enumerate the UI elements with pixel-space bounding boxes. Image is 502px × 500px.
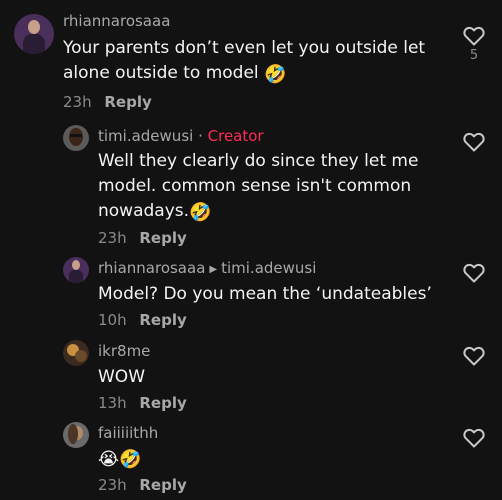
comment-meta: 23h Reply (98, 229, 187, 247)
comment-reply-item: timi.adewusi · Creator Well they clearly… (0, 120, 502, 250)
reply-to-username[interactable]: timi.adewusi (221, 259, 316, 277)
comment-username[interactable]: rhiannarosaaa (63, 12, 170, 30)
comment-meta: 23h Reply (63, 93, 152, 111)
reply-button[interactable]: Reply (139, 394, 186, 412)
comment-username[interactable]: ikr8me (98, 342, 150, 360)
heart-outline-icon[interactable] (462, 130, 486, 152)
like-count: 5 (469, 48, 479, 63)
reply-button[interactable]: Reply (139, 311, 186, 329)
avatar[interactable] (63, 125, 89, 151)
heart-outline-icon[interactable] (462, 426, 486, 448)
reply-arrow-icon: ▶ (209, 264, 218, 275)
comment-timestamp: 23h (98, 229, 127, 247)
comment-item: rhiannarosaaa Your parents don’t even le… (0, 0, 502, 120)
comment-timestamp: 10h (98, 311, 127, 329)
comment-meta: 23h Reply (98, 476, 187, 494)
avatar[interactable] (63, 422, 89, 448)
avatar[interactable] (63, 340, 89, 366)
reply-button[interactable]: Reply (139, 476, 186, 494)
heart-outline-icon[interactable] (462, 261, 486, 283)
reply-button[interactable]: Reply (139, 229, 186, 247)
avatar[interactable] (14, 14, 54, 54)
comment-reply-item: faiiiiithh 😭🤣 23h Reply (0, 418, 502, 500)
avatar[interactable] (63, 257, 89, 283)
comment-text: 😭🤣 (98, 446, 298, 471)
crying-laughing-emoji-icon: 😭🤣 (98, 449, 142, 470)
rofl-emoji-icon: 🤣 (264, 64, 287, 85)
heart-outline-icon[interactable] (462, 24, 486, 46)
comment-text: Model? Do you mean the ‘undateables’ (98, 284, 432, 304)
comment-meta: 10h Reply (98, 311, 187, 329)
comment-timestamp: 13h (98, 394, 127, 412)
heart-outline-icon[interactable] (462, 344, 486, 366)
comment-timestamp: 23h (63, 93, 92, 111)
comment-username[interactable]: faiiiiithh (98, 424, 158, 442)
comment-reply-item: rhiannarosaaa ▶ timi.adewusi Model? Do you… (0, 250, 502, 335)
comment-username: rhiannarosaaa ▶ timi.adewusi (98, 259, 317, 277)
reply-button[interactable]: Reply (104, 93, 151, 111)
comment-text: WOW (98, 367, 145, 387)
rofl-emoji-icon: 🤣 (189, 202, 212, 223)
comment-timestamp: 23h (98, 476, 127, 494)
comment-text: Well they clearly do since they let me m… (98, 151, 419, 223)
comment-username[interactable]: timi.adewusi · Creator (98, 127, 264, 145)
comment-text: Your parents don’t even let you outside … (63, 38, 426, 85)
creator-badge: Creator (207, 127, 264, 145)
comment-meta: 13h Reply (98, 394, 187, 412)
comment-reply-item: ikr8me WOW 13h Reply (0, 335, 502, 418)
